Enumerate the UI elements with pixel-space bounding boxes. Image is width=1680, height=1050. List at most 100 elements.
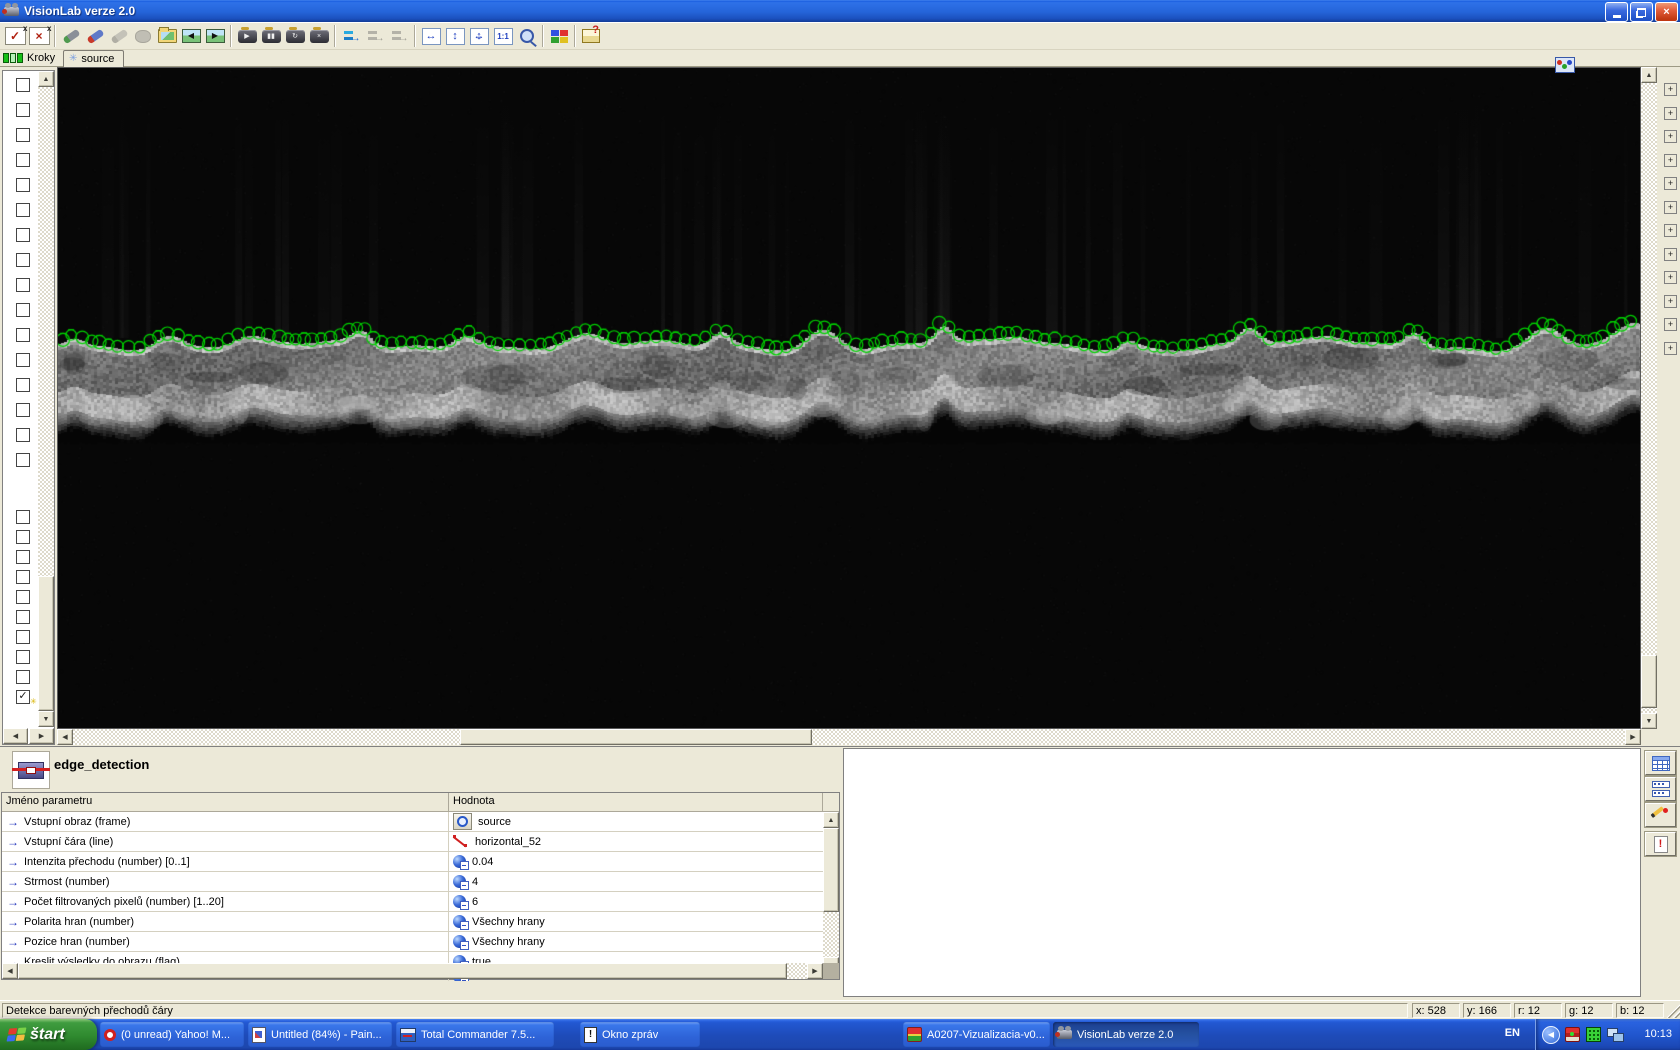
next-frame-button[interactable]: ▶ (203, 24, 227, 48)
image-scroll-up-button[interactable]: ▲ (1641, 67, 1657, 83)
table-vscroll-thumb[interactable] (823, 828, 839, 912)
expand-plus-button[interactable]: + (1664, 83, 1677, 96)
messages-button[interactable]: ! (1645, 832, 1676, 856)
step-checkbox[interactable] (16, 670, 30, 684)
step-checkbox[interactable] (16, 428, 30, 442)
table-scroll-up-button[interactable]: ▲ (823, 812, 839, 828)
camera-stop-button[interactable]: × (307, 24, 331, 48)
run-all-tool-button[interactable] (83, 24, 107, 48)
inspection-image-canvas[interactable] (58, 68, 1640, 728)
tray-clock[interactable]: 10:13 (1644, 1028, 1672, 1040)
expand-plus-button[interactable]: + (1664, 342, 1677, 355)
display-colors-icon[interactable] (1555, 57, 1575, 73)
first-frame-button[interactable]: ◀ (179, 24, 203, 48)
step-checkbox[interactable] (16, 610, 30, 624)
step-into-button[interactable]: → (339, 24, 363, 48)
image-vscroll-thumb[interactable] (1641, 655, 1657, 708)
table-scroll-right-button[interactable]: ▶ (807, 963, 823, 979)
step-checkbox[interactable] (16, 253, 30, 267)
expand-plus-button[interactable]: + (1664, 224, 1677, 237)
taskbar-item-yahoo[interactable]: (0 unread) Yahoo! M... (100, 1022, 244, 1047)
edit-button[interactable] (1645, 803, 1676, 827)
steps-scroll-right-button[interactable]: ▶ (29, 728, 54, 744)
run-tool-button[interactable] (59, 24, 83, 48)
expand-plus-button[interactable]: + (1664, 107, 1677, 120)
step-out-button[interactable]: → (387, 24, 411, 48)
table-hscroll-thumb[interactable] (18, 963, 787, 979)
language-indicator[interactable]: EN (1505, 1027, 1520, 1039)
expand-plus-button[interactable]: + (1664, 177, 1677, 190)
image-hscroll-thumb[interactable] (460, 729, 812, 745)
tray-network-icon[interactable] (1607, 1028, 1624, 1042)
image-vscroll-track[interactable] (1641, 83, 1657, 713)
table-vscroll-track[interactable] (823, 912, 839, 957)
step-checkbox[interactable] (16, 453, 30, 467)
table-row[interactable]: →Polarita hran (number) Všechny hrany (2, 912, 823, 932)
step-checkbox[interactable] (16, 278, 30, 292)
table-row[interactable]: →Počet filtrovaných pixelů (number) [1..… (2, 892, 823, 912)
tray-app-icon[interactable] (1565, 1027, 1580, 1042)
step-checkbox[interactable] (16, 78, 30, 92)
step-checkbox[interactable] (16, 353, 30, 367)
colors-palette-button[interactable] (547, 24, 571, 48)
step-checkbox[interactable] (16, 550, 30, 564)
step-checkbox[interactable] (16, 530, 30, 544)
steps-scroll-track[interactable] (38, 87, 54, 576)
zoom-tool-button[interactable] (515, 24, 539, 48)
expand-plus-button[interactable]: + (1664, 154, 1677, 167)
step-checkbox[interactable] (16, 303, 30, 317)
step-checkbox[interactable]: ✓ (16, 690, 30, 704)
step-checkbox[interactable] (16, 630, 30, 644)
grab-tool-button[interactable] (131, 24, 155, 48)
image-scroll-left-button[interactable]: ◀ (57, 729, 73, 745)
tool-disabled-button[interactable] (107, 24, 131, 48)
show-values-button[interactable] (1645, 777, 1676, 801)
show-table-button[interactable] (1645, 751, 1676, 775)
step-checkbox[interactable] (16, 590, 30, 604)
table-row[interactable]: →Vstupní obraz (frame) source (2, 812, 823, 832)
expand-plus-button[interactable]: + (1664, 130, 1677, 143)
steps-scroll-left-button[interactable]: ◀ (3, 728, 28, 744)
step-checkbox[interactable] (16, 203, 30, 217)
tab-kroky[interactable]: Kroky (3, 52, 55, 64)
image-scroll-right-button[interactable]: ▶ (1625, 729, 1641, 745)
image-hscroll-track[interactable] (73, 729, 1625, 745)
fit-page-button[interactable]: ↔↕ (467, 24, 491, 48)
step-checkbox[interactable] (16, 153, 30, 167)
expand-plus-button[interactable]: + (1664, 271, 1677, 284)
step-checkbox[interactable] (16, 328, 30, 342)
open-image-button[interactable] (155, 24, 179, 48)
help-button[interactable]: ? (579, 24, 603, 48)
steps-scroll-thumb[interactable] (38, 576, 54, 711)
step-checkbox[interactable] (16, 378, 30, 392)
table-row[interactable]: →Strmost (number) 4 (2, 872, 823, 892)
step-checkbox[interactable] (16, 128, 30, 142)
step-checkbox[interactable] (16, 510, 30, 524)
expand-plus-button[interactable]: + (1664, 295, 1677, 308)
taskbar-item-total-commander[interactable]: Total Commander 7.5... (396, 1022, 554, 1047)
close-button[interactable]: × (1655, 2, 1678, 22)
camera-loop-button[interactable]: ↻ (283, 24, 307, 48)
table-row[interactable]: →Intenzita přechodu (number) [0..1] 0.04 (2, 852, 823, 872)
taskbar-item-paint[interactable]: Untitled (84%) - Pain... (248, 1022, 392, 1047)
step-over-button[interactable]: → (363, 24, 387, 48)
delete-step-button[interactable]: ×x (27, 24, 51, 48)
confirm-step-button[interactable]: ✓x (3, 24, 27, 48)
zoom-1to1-button[interactable]: 1:1 (491, 24, 515, 48)
taskbar-item-okno-zprav[interactable]: !Okno zpráv (580, 1022, 700, 1047)
image-scroll-down-button[interactable]: ▼ (1641, 713, 1657, 729)
taskbar-item-a0207[interactable]: A0207-Vizualizacia-v0... (903, 1022, 1050, 1047)
expand-plus-button[interactable]: + (1664, 201, 1677, 214)
tab-source[interactable]: ✳ source (63, 50, 124, 67)
step-checkbox[interactable] (16, 228, 30, 242)
taskbar-item-visionlab[interactable]: VisionLab verze 2.0 (1053, 1022, 1199, 1047)
step-checkbox[interactable] (16, 650, 30, 664)
step-checkbox[interactable] (16, 178, 30, 192)
expand-plus-button[interactable]: + (1664, 318, 1677, 331)
steps-scroll-down-button[interactable]: ▼ (38, 711, 54, 727)
table-row[interactable]: →Vstupní čára (line) horizontal_52 (2, 832, 823, 852)
camera-pause-button[interactable]: ▮▮ (259, 24, 283, 48)
table-hscroll-track[interactable] (787, 963, 807, 979)
hide-icons-chevron[interactable]: ◀ (1542, 1026, 1560, 1044)
table-row[interactable]: →Pozice hran (number) Všechny hrany (2, 932, 823, 952)
